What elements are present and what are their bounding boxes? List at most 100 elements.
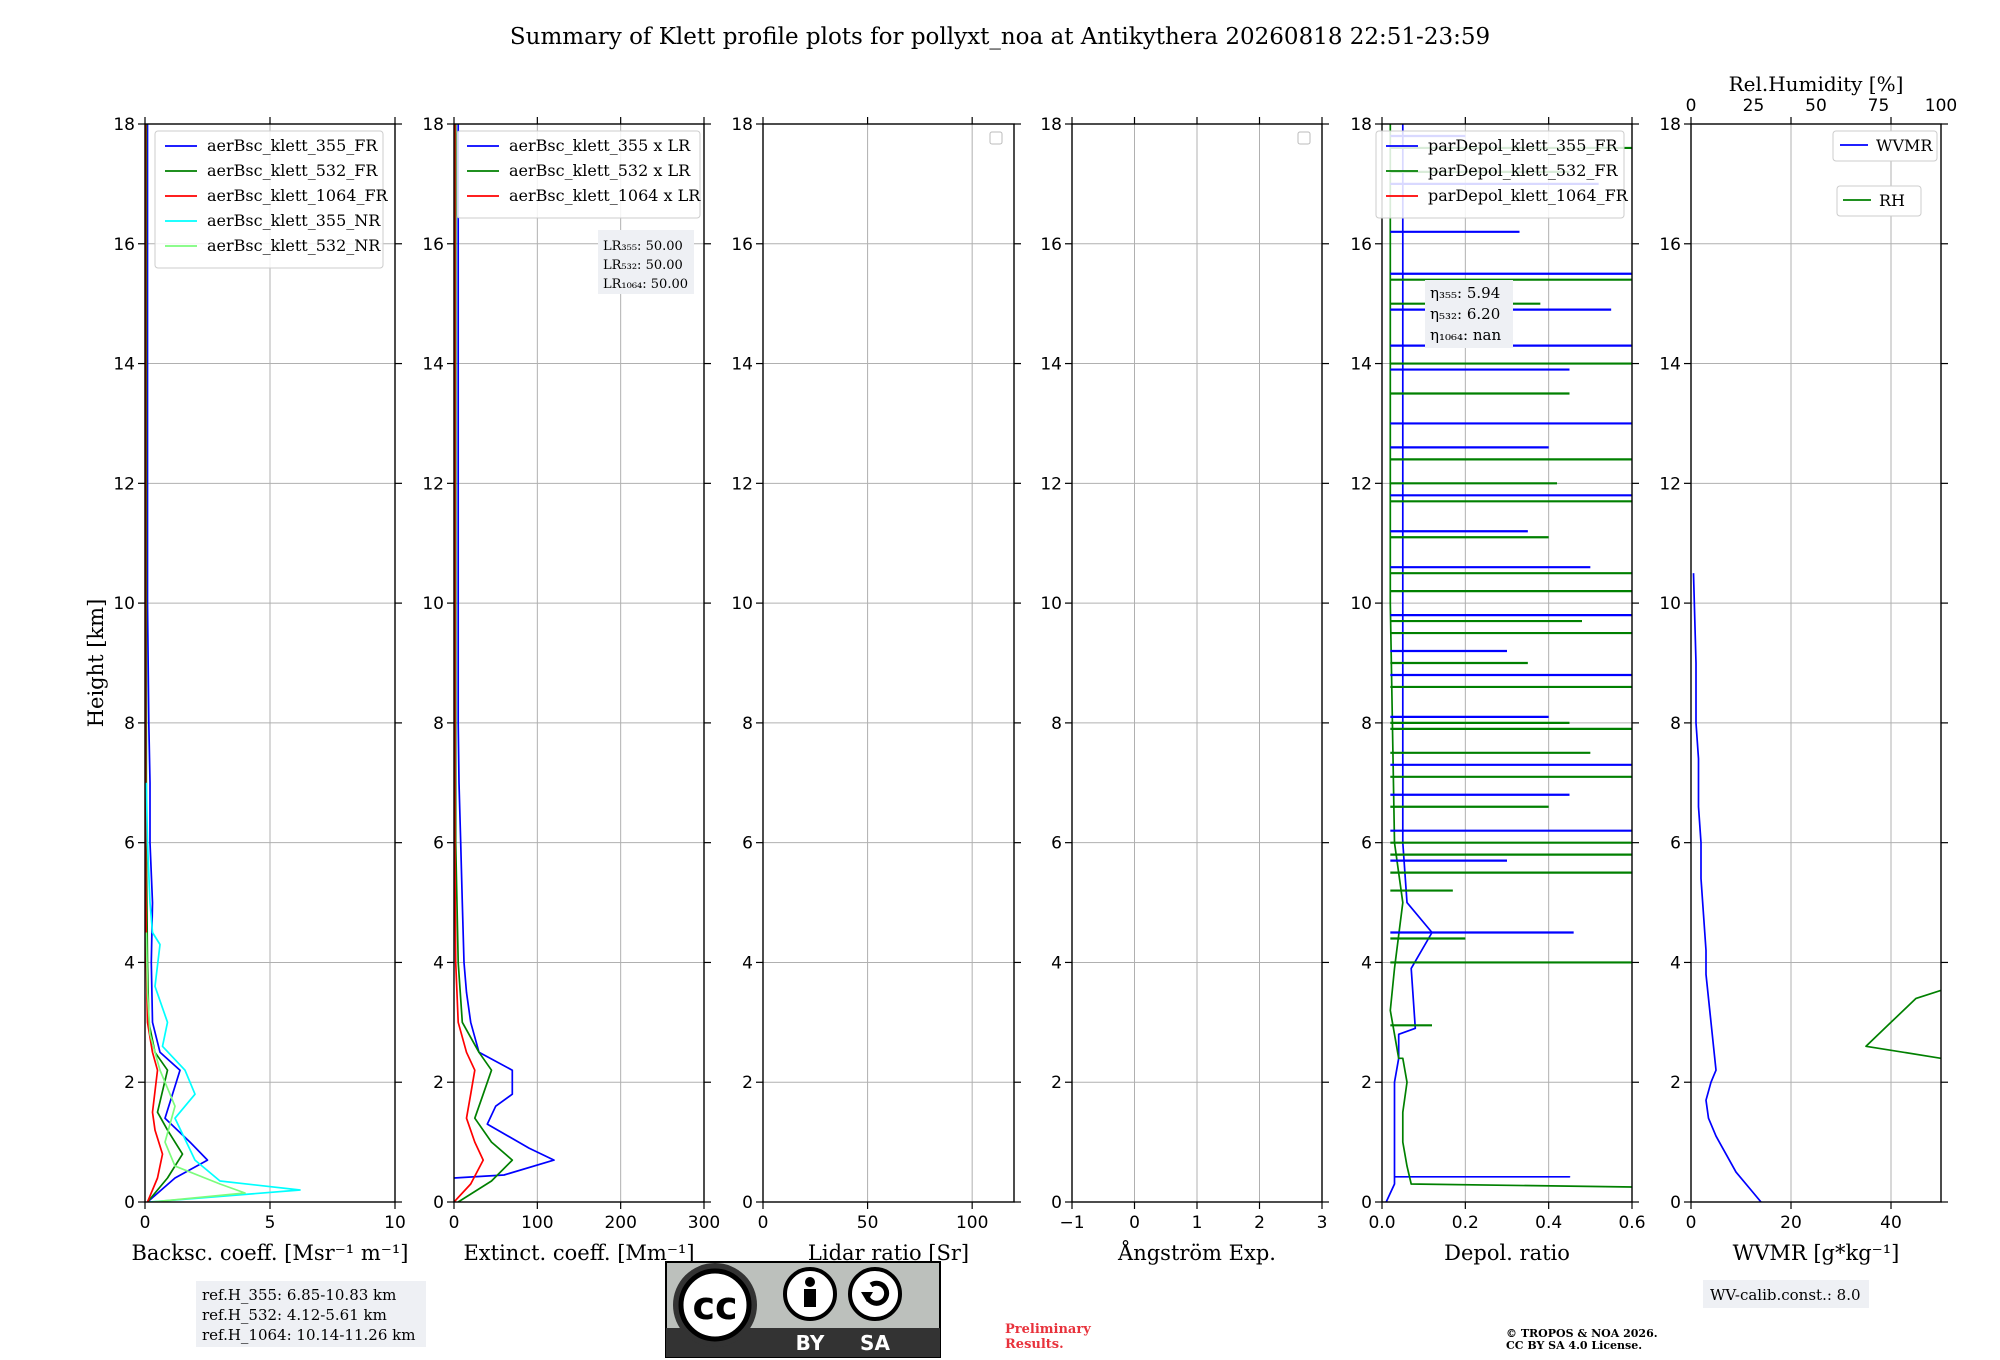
ref-height-532: ref.H_532: 4.12-5.61 km [202, 1306, 387, 1324]
y-tick-label: 8 [1361, 714, 1372, 734]
y-tick-label: 18 [1350, 115, 1372, 135]
x-axis-label: Backsc. coeff. [Msr⁻¹ m⁻¹] [132, 1241, 409, 1265]
eta-line: η₃₅₅: 5.94 [1430, 284, 1500, 302]
y-tick-label: 2 [742, 1073, 753, 1093]
y-tick-label: 12 [1350, 474, 1372, 494]
x-tick-label: 0 [449, 1213, 460, 1233]
y-tick-label: 8 [433, 714, 444, 734]
x-axis-label: Depol. ratio [1444, 1241, 1570, 1265]
x-tick-label: 0.0 [1368, 1213, 1395, 1233]
ref-height-1064: ref.H_1064: 10.14-11.26 km [202, 1326, 415, 1344]
y-tick-label: 6 [742, 834, 753, 854]
top-x-tick-label: 100 [1925, 96, 1957, 116]
x-axis-label: WVMR [g*kg⁻¹] [1733, 1241, 1900, 1265]
x-tick-label: 0 [1129, 1213, 1140, 1233]
x-tick-label: 50 [857, 1213, 879, 1233]
series-layer [1692, 573, 1941, 1202]
y-tick-label: 4 [1361, 953, 1372, 973]
legend: aerBsc_klett_355_FR aerBsc_klett_532_FRae… [154, 130, 389, 269]
y-tick-label: 0 [433, 1193, 444, 1213]
y-axis-label: Height [km] [84, 599, 108, 728]
y-tick-label: 18 [731, 115, 753, 135]
x-tick-label: 0.4 [1535, 1213, 1562, 1233]
y-tick-label: 14 [1659, 355, 1681, 375]
panel-3: 0246810121416180 50 100Lidar ratio [Sr] [731, 115, 1021, 1265]
series-line-aerbsc-klett-355-nr [145, 782, 301, 1202]
y-tick-label: 0 [1051, 1193, 1062, 1213]
y-tick-label: 8 [124, 714, 135, 734]
y-tick-label: 0 [742, 1193, 753, 1213]
y-tick-label: 14 [422, 355, 444, 375]
y-tick-label: 16 [1040, 235, 1062, 255]
panel-2: 0 2 4 6 8 10 12 14 16 18 0 100 200 300 Extinct. coeff.… [422, 115, 720, 1265]
legend-label: parDepol_klett_1064_FR [1428, 186, 1629, 205]
y-tick-label: 10 [113, 594, 135, 614]
y-tick-label: 14 [731, 355, 753, 375]
y-tick-label: 4 [1670, 953, 1681, 973]
legend-label: RH [1879, 191, 1905, 210]
lidar-ratio-box: LR₃₅₅: 50.00 LR₅₃₂: 50.00 LR₁₀₆₄: 50.00 [598, 230, 694, 294]
panel-frame [1690, 123, 1942, 1203]
x-axis-label: Ångström Exp. [1117, 1240, 1276, 1265]
x-axis-label: Extinct. coeff. [Mm⁻¹] [463, 1241, 694, 1265]
empty-legend-box [989, 131, 1003, 145]
legend-label: aerBsc_klett_532_NR [207, 236, 381, 255]
legend-label: aerBsc_klett_532_FR [207, 161, 378, 180]
top-x-tick-label: 0 [1686, 96, 1697, 116]
panel-1: 0 2 4 6 8 10 12 14 16 18 0 5 10 Backsc. coeff. [Msr⁻¹… [84, 115, 408, 1265]
y-tick-label: 12 [731, 474, 753, 494]
y-tick-label: 10 [1659, 594, 1681, 614]
series-line-rh [1865, 989, 1941, 1060]
wv-calib-text: WV-calib.const.: 8.0 [1710, 1286, 1861, 1304]
y-tick-label: 6 [433, 834, 444, 854]
y-tick-label: 16 [1350, 235, 1372, 255]
series-line-aerbsc-klett-532-x-lr [454, 124, 514, 1202]
legend: parDepol_klett_355_FR parDepol_klett_532_… [1375, 130, 1629, 219]
y-tick-label: 10 [731, 594, 753, 614]
top-axis-label: Rel.Humidity [%] [1729, 72, 1904, 96]
y-tick-label: 16 [1659, 235, 1681, 255]
x-tick-label: 100 [956, 1213, 988, 1233]
y-tick-label: 10 [422, 594, 444, 614]
series-line-aerbsc-klett-355-x-lr [454, 124, 555, 1179]
y-tick-label: 2 [124, 1073, 135, 1093]
y-tick-label: 18 [422, 115, 444, 135]
eta-line: η₅₃₂: 6.20 [1430, 305, 1500, 323]
empty-legend-box [1297, 131, 1311, 145]
eta-line: η₁₀₆₄: nan [1430, 326, 1501, 344]
y-tick-label: 16 [113, 235, 135, 255]
cc-license-logo: cc BY SA [665, 1261, 941, 1358]
y-tick-label: 14 [1040, 355, 1062, 375]
y-tick-label: 8 [1670, 714, 1681, 734]
x-tick-label: 0 [1686, 1213, 1697, 1233]
panel-frame [762, 123, 1015, 1203]
series-layer [145, 124, 301, 1202]
y-tick-label: 6 [1361, 834, 1372, 854]
panel-6: 0246810121416180 20 40WVMR [g*kg⁻¹]0 25 50 75… [1659, 72, 1957, 1308]
x-tick-label: 0.2 [1452, 1213, 1479, 1233]
x-tick-label: −1 [1059, 1213, 1084, 1233]
y-tick-label: 12 [1040, 474, 1062, 494]
panel-5: 0 2 4 6 8 10 12 14 16 18 0.0 0.2 0.4 0.6 Depol. ratio p… [1350, 115, 1645, 1265]
x-tick-label: 10 [384, 1213, 406, 1233]
legend-label: aerBsc_klett_355_FR [207, 136, 378, 155]
y-tick-label: 2 [1361, 1073, 1372, 1093]
x-tick-label: 0.6 [1618, 1213, 1645, 1233]
y-tick-label: 6 [1670, 834, 1681, 854]
angstrom-eta-box: η₃₅₅: 5.94 η₅₃₂: 6.20 η₁₀₆₄: nan [1425, 280, 1513, 348]
legend-rh: RH [1836, 185, 1922, 217]
y-tick-label: 8 [1051, 714, 1062, 734]
legend-label: aerBsc_klett_532 x LR [509, 161, 691, 180]
ref-height-355: ref.H_355: 6.85-10.83 km [202, 1286, 396, 1304]
series-line-aerbsc-klett-355-fr [146, 124, 209, 1202]
cc-sa-label: SA [860, 1331, 890, 1355]
y-tick-label: 10 [1350, 594, 1372, 614]
x-tick-label: 40 [1880, 1213, 1902, 1233]
y-tick-label: 4 [1051, 953, 1062, 973]
y-tick-label: 12 [1659, 474, 1681, 494]
y-tick-label: 2 [1051, 1073, 1062, 1093]
cc-icon-letters: cc [692, 1284, 737, 1328]
copyright-line2: CC BY SA 4.0 License. [1506, 1339, 1642, 1352]
y-tick-label: 18 [1659, 115, 1681, 135]
legend-label: parDepol_klett_532_FR [1428, 161, 1619, 180]
